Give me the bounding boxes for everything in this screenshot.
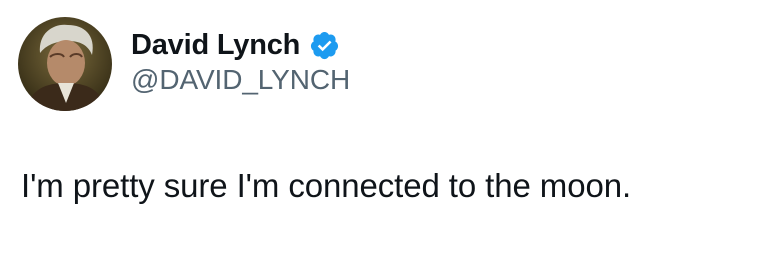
- verified-badge-icon: [309, 30, 340, 61]
- author-handle[interactable]: @DAVID_LYNCH: [131, 64, 350, 96]
- tweet-text: I'm pretty sure I'm connected to the moo…: [21, 167, 632, 204]
- author-display-name[interactable]: David Lynch: [131, 29, 300, 62]
- author-name-row: David Lynch: [131, 26, 340, 64]
- avatar-photo: [18, 17, 112, 111]
- author-avatar[interactable]: [18, 17, 112, 111]
